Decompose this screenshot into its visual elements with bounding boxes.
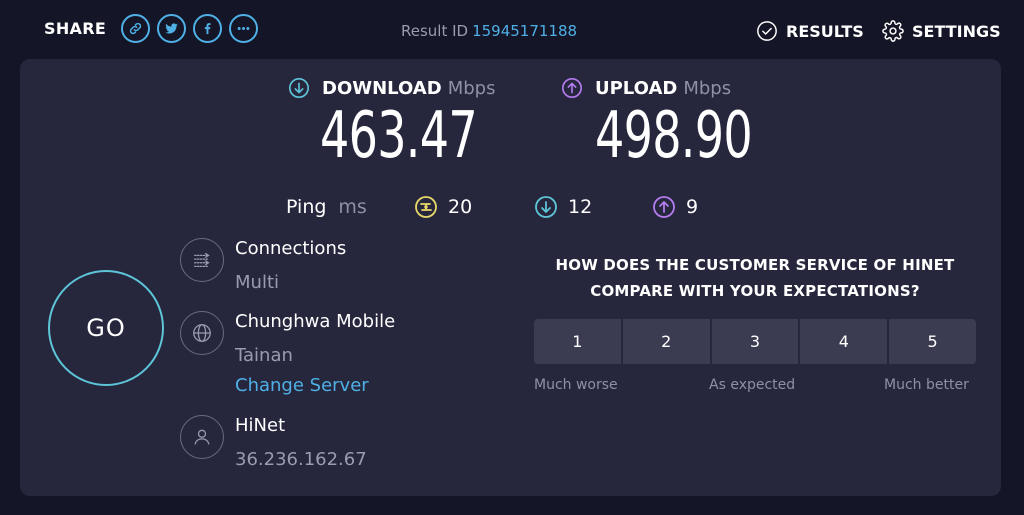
provider-name: HiNet <box>235 415 286 436</box>
result-id: Result ID 15945171188 <box>401 22 577 40</box>
ping-download: 12 <box>534 193 592 221</box>
upload-speed: 498.90 <box>595 99 753 173</box>
provider-ip: 36.236.162.67 <box>235 449 367 470</box>
scale-low-label: Much worse <box>534 377 618 393</box>
ping-upload-value: 9 <box>686 196 699 218</box>
rating-option-1[interactable]: 1 <box>534 319 621 364</box>
rating-option-3[interactable]: 3 <box>711 319 799 364</box>
server-name: Chunghwa Mobile <box>235 311 396 332</box>
upload-unit: Mbps <box>683 77 732 99</box>
go-button[interactable]: GO <box>48 270 164 386</box>
change-server-link[interactable]: Change Server <box>235 375 369 396</box>
server-location: Tainan <box>235 345 293 366</box>
ping-idle-value: 20 <box>448 196 473 218</box>
upload-arrow-icon <box>562 78 582 98</box>
ping-upload-icon <box>653 196 675 218</box>
connections-icon <box>180 238 224 282</box>
more-icon <box>237 27 250 30</box>
twitter-icon <box>165 23 178 34</box>
upload-metric: UPLOAD Mbps 498.90 <box>561 77 813 173</box>
rating-option-2[interactable]: 2 <box>622 319 710 364</box>
share-facebook-button[interactable] <box>193 14 223 43</box>
ping-idle-icon <box>415 196 437 218</box>
download-header: DOWNLOAD Mbps <box>288 77 538 99</box>
scale-high-label: Much better <box>884 377 969 393</box>
download-label: DOWNLOAD <box>322 77 442 99</box>
result-panel: DOWNLOAD Mbps 463.47 UPLOAD Mbps 498.90 … <box>20 59 1001 496</box>
result-id-link[interactable]: 15945171188 <box>472 22 577 40</box>
check-circle-icon <box>757 21 777 41</box>
share-link-button[interactable] <box>121 14 151 43</box>
connections-title: Connections <box>235 238 347 259</box>
rating-scale: 1 2 3 4 5 <box>534 319 976 364</box>
link-icon <box>129 22 142 35</box>
rating-option-5[interactable]: 5 <box>889 319 976 364</box>
ping-upload: 9 <box>652 193 698 221</box>
share-more-button[interactable] <box>229 14 259 43</box>
ping-download-icon <box>535 196 557 218</box>
download-speed: 463.47 <box>320 99 478 173</box>
share-label: SHARE <box>44 19 107 38</box>
result-id-label: Result ID <box>401 22 469 40</box>
gear-icon <box>882 20 904 42</box>
globe-icon <box>180 311 224 355</box>
survey-question: HOW DOES THE CUSTOMER SERVICE OF HINET C… <box>534 252 976 304</box>
results-label: RESULTS <box>786 21 864 41</box>
ping-row: Ping ms 20 12 9 <box>286 193 698 221</box>
facebook-icon <box>204 23 211 35</box>
user-icon <box>180 415 224 459</box>
download-arrow-icon <box>289 78 309 98</box>
survey-question-line1: HOW DOES THE CUSTOMER SERVICE OF HINET <box>555 256 955 274</box>
ping-unit: ms <box>338 196 367 218</box>
share-group: SHARE <box>44 14 259 43</box>
scale-mid-label: As expected <box>709 377 796 393</box>
top-bar: SHARE Result ID 15945171188 RESULTS SETT… <box>0 0 1024 60</box>
ping-download-value: 12 <box>568 196 593 218</box>
settings-label: SETTINGS <box>912 21 1001 41</box>
rating-option-4[interactable]: 4 <box>800 319 888 364</box>
connections-mode[interactable]: Multi <box>235 272 279 293</box>
settings-button[interactable]: SETTINGS <box>882 20 1001 42</box>
upload-label: UPLOAD <box>595 77 678 99</box>
ping-label: Ping <box>286 196 327 218</box>
ping-idle: 20 <box>414 193 472 221</box>
results-button[interactable]: RESULTS <box>756 20 864 42</box>
survey-question-line2: COMPARE WITH YOUR EXPECTATIONS? <box>590 282 920 300</box>
download-metric: DOWNLOAD Mbps 463.47 <box>288 77 538 173</box>
share-twitter-button[interactable] <box>157 14 187 43</box>
upload-header: UPLOAD Mbps <box>561 77 813 99</box>
download-unit: Mbps <box>447 77 496 99</box>
